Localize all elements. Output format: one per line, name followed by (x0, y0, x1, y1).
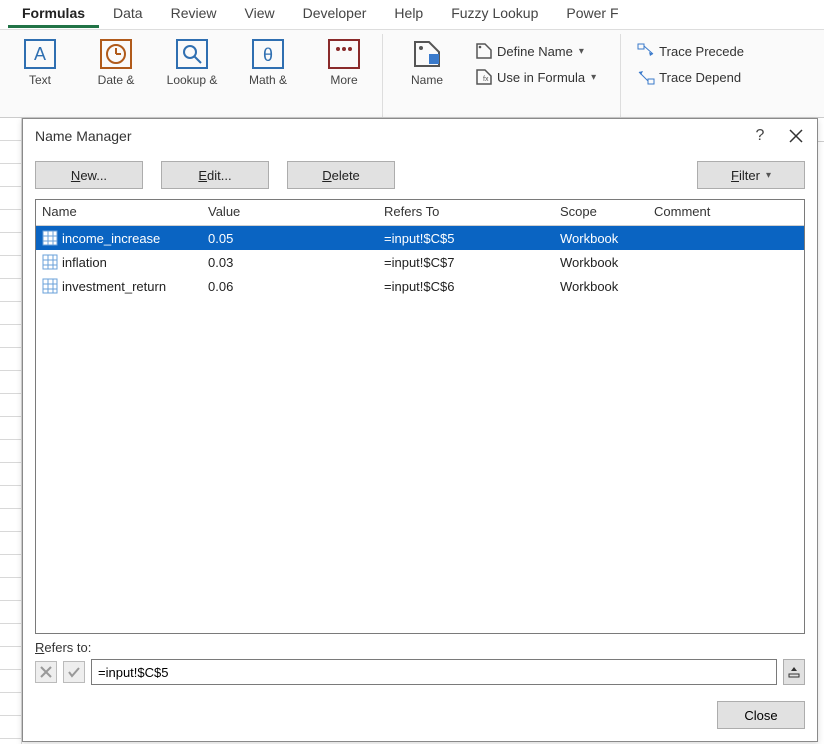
range-icon (42, 254, 58, 270)
tab-developer[interactable]: Developer (289, 1, 381, 28)
list-row[interactable]: inflation 0.03 =input!$C$7 Workbook (36, 250, 804, 274)
cancel-edit-button[interactable] (35, 661, 57, 683)
name-manager-dialog: Name Manager ? New... Edit... Delete Fil… (22, 118, 818, 742)
more-label: More (330, 74, 357, 87)
dialog-titlebar: Name Manager ? (23, 119, 817, 153)
more-functions-button[interactable]: More (312, 36, 376, 87)
use-in-formula-button[interactable]: fx Use in Formula ▾ (471, 66, 600, 88)
date-functions-button[interactable]: Date & (84, 36, 148, 87)
collapse-dialog-button[interactable] (783, 659, 805, 685)
row-value: 0.05 (202, 229, 378, 248)
ribbon-body: A Text Date & Lookup & θ Math & More Nam… (0, 30, 824, 118)
tab-fuzzy-lookup[interactable]: Fuzzy Lookup (437, 1, 552, 28)
trace-precede-label: Trace Precede (659, 44, 744, 59)
refers-to-input[interactable] (91, 659, 777, 685)
dialog-toolbar: New... Edit... Delete Filter▾ (23, 153, 817, 199)
search-icon (174, 36, 210, 72)
tag-small-icon (475, 42, 493, 60)
svg-text:fx: fx (483, 76, 489, 83)
tag-icon (409, 36, 445, 72)
check-icon (68, 666, 80, 678)
svg-text:A: A (34, 44, 46, 64)
math-label: Math & (249, 74, 287, 87)
name-manager-button[interactable]: Name (395, 36, 459, 87)
text-icon: A (22, 36, 58, 72)
chevron-down-icon: ▾ (579, 46, 584, 57)
row-name: income_increase (62, 231, 160, 246)
row-scope: Workbook (554, 253, 648, 272)
x-icon (40, 666, 52, 678)
list-row[interactable]: income_increase 0.05 =input!$C$5 Workboo… (36, 226, 804, 250)
refers-to-label: Refers to: (35, 640, 805, 655)
text-label: Text (29, 74, 51, 87)
tab-review[interactable]: Review (157, 1, 231, 28)
name-label: Name (411, 74, 443, 87)
new-button[interactable]: New... (35, 161, 143, 189)
row-scope: Workbook (554, 277, 648, 296)
filter-button[interactable]: Filter▾ (697, 161, 805, 189)
date-label: Date & (98, 74, 135, 87)
row-refers: =input!$C$7 (378, 253, 554, 272)
delete-button[interactable]: Delete (287, 161, 395, 189)
row-comment (648, 284, 804, 288)
row-value: 0.03 (202, 253, 378, 272)
clock-icon (98, 36, 134, 72)
row-scope: Workbook (554, 229, 648, 248)
col-name[interactable]: Name (36, 200, 202, 225)
range-icon (42, 278, 58, 294)
row-refers: =input!$C$5 (378, 229, 554, 248)
row-name: investment_return (62, 279, 166, 294)
trace-precede-icon (637, 42, 655, 60)
col-value[interactable]: Value (202, 200, 378, 225)
col-comment[interactable]: Comment (648, 200, 804, 225)
row-comment (648, 260, 804, 264)
lookup-label: Lookup & (167, 74, 218, 87)
row-value: 0.06 (202, 277, 378, 296)
ellipsis-icon (326, 36, 362, 72)
svg-text:θ: θ (263, 45, 273, 65)
fx-icon: fx (475, 68, 493, 86)
collapse-icon (788, 666, 800, 678)
use-in-formula-label: Use in Formula (497, 70, 585, 85)
tab-data[interactable]: Data (99, 1, 157, 28)
text-functions-button[interactable]: A Text (8, 36, 72, 87)
row-comment (648, 236, 804, 240)
list-row[interactable]: investment_return 0.06 =input!$C$6 Workb… (36, 274, 804, 298)
chevron-down-icon: ▾ (766, 170, 771, 181)
define-name-button[interactable]: Define Name ▾ (471, 40, 600, 62)
tab-formulas[interactable]: Formulas (8, 1, 99, 28)
dialog-title: Name Manager (35, 128, 132, 144)
row-name: inflation (62, 255, 107, 270)
define-name-label: Define Name (497, 44, 573, 59)
trace-precedents-button[interactable]: Trace Precede (633, 40, 748, 62)
list-header: Name Value Refers To Scope Comment (36, 200, 804, 226)
row-refers: =input!$C$6 (378, 277, 554, 296)
worksheet-grid (0, 118, 22, 744)
close-icon[interactable] (783, 123, 809, 149)
trace-dependents-button[interactable]: Trace Depend (633, 66, 748, 88)
math-functions-button[interactable]: θ Math & (236, 36, 300, 87)
col-scope[interactable]: Scope (554, 200, 648, 225)
chevron-down-icon: ▾ (591, 72, 596, 83)
tab-power[interactable]: Power F (552, 1, 632, 28)
lookup-functions-button[interactable]: Lookup & (160, 36, 224, 87)
help-button[interactable]: ? (747, 123, 773, 149)
tab-help[interactable]: Help (380, 1, 437, 28)
dialog-footer: Close (23, 689, 817, 741)
range-icon (42, 230, 58, 246)
confirm-edit-button[interactable] (63, 661, 85, 683)
trace-depend-icon (637, 68, 655, 86)
names-list[interactable]: Name Value Refers To Scope Comment incom… (35, 199, 805, 634)
trace-depend-label: Trace Depend (659, 70, 741, 85)
refers-to-section: Refers to: (23, 634, 817, 689)
ribbon-tabs: Formulas Data Review View Developer Help… (0, 0, 824, 30)
theta-icon: θ (250, 36, 286, 72)
tab-view[interactable]: View (231, 1, 289, 28)
edit-button[interactable]: Edit... (161, 161, 269, 189)
close-button[interactable]: Close (717, 701, 805, 729)
col-refers[interactable]: Refers To (378, 200, 554, 225)
